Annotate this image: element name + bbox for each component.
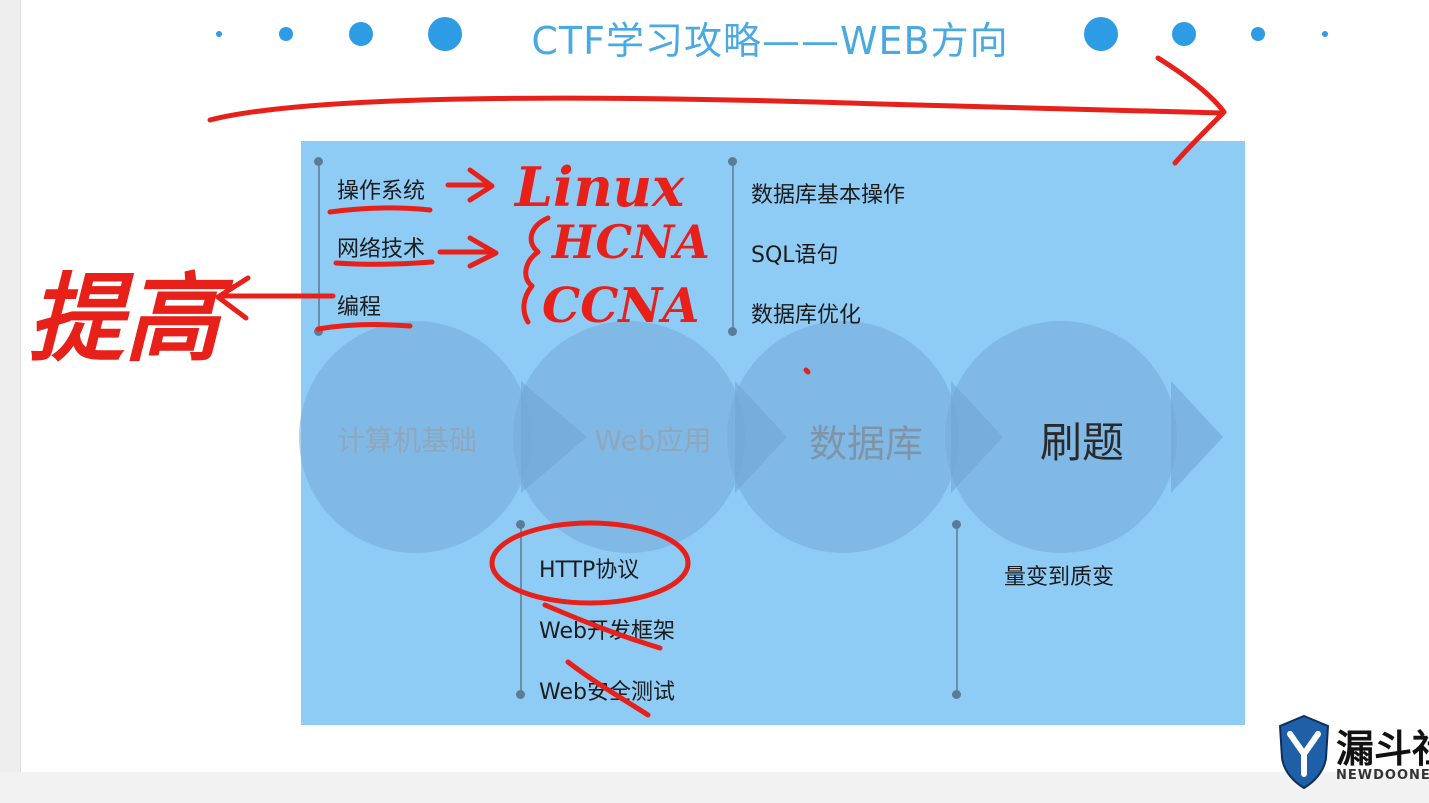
topic-programming: 编程 xyxy=(337,295,382,320)
logo-subtitle: NEWDOONE xyxy=(1336,768,1429,783)
timeline-line xyxy=(520,525,522,695)
dot-decoration xyxy=(1084,17,1118,51)
chevron-arrow-3 xyxy=(951,381,1003,493)
topic-web-security-testing: Web安全测试 xyxy=(539,680,675,705)
brand-logo: 漏斗社 NEWDOONE xyxy=(1276,712,1429,792)
window-bottom-strip xyxy=(0,772,1429,803)
dot-decoration xyxy=(216,31,222,37)
topic-web-framework: Web开发框架 xyxy=(539,619,675,644)
step-label-web-app: Web应用 xyxy=(594,424,712,457)
timeline-dot xyxy=(314,157,323,166)
topic-sql: SQL语句 xyxy=(751,243,839,268)
timeline-dot xyxy=(728,157,737,166)
topic-os: 操作系统 xyxy=(337,179,426,204)
timeline-dot xyxy=(728,327,737,336)
topic-http: HTTP协议 xyxy=(539,558,640,583)
topic-quantity-to-quality: 量变到质变 xyxy=(1004,565,1115,590)
chevron-arrow-4 xyxy=(1171,381,1223,493)
dot-decoration xyxy=(349,22,373,46)
long-arrow-line xyxy=(207,95,1225,123)
step-label-database: 数据库 xyxy=(808,422,923,466)
chevron-arrow-2 xyxy=(735,381,787,493)
step-label-practice: 刷题 xyxy=(1039,418,1124,467)
step-label-computer-basics: 计算机基础 xyxy=(336,424,477,457)
dot-decoration xyxy=(1172,22,1196,46)
topic-networking: 网络技术 xyxy=(337,237,426,262)
dot-decoration xyxy=(1251,27,1265,41)
timeline-line xyxy=(956,525,958,695)
timeline-dot xyxy=(516,690,525,699)
topic-db-optimization: 数据库优化 xyxy=(751,303,862,328)
ink-text-improve: 提高 xyxy=(28,262,234,375)
timeline-dot xyxy=(516,520,525,529)
timeline-line xyxy=(318,161,320,333)
window-left-edge xyxy=(0,0,21,803)
dot-decoration xyxy=(279,27,293,41)
dot-decoration xyxy=(428,17,462,51)
topic-db-basics: 数据库基本操作 xyxy=(751,183,906,208)
timeline-dot xyxy=(952,520,961,529)
slide-content-panel: 计算机基础 Web应用 数据库 刷题 操作系统 网络技术 编程 数据库基本操作 … xyxy=(299,141,1245,725)
slide-header: CTF学习攻略——WEB方向 xyxy=(0,0,1429,70)
timeline-dot xyxy=(314,327,323,336)
slide-title: CTF学习攻略——WEB方向 xyxy=(531,19,1009,63)
timeline-line xyxy=(732,161,734,333)
timeline-dot xyxy=(952,690,961,699)
logo-name: 漏斗社 xyxy=(1336,727,1429,771)
dot-decoration xyxy=(1322,31,1328,37)
shield-y-icon xyxy=(1278,714,1330,790)
